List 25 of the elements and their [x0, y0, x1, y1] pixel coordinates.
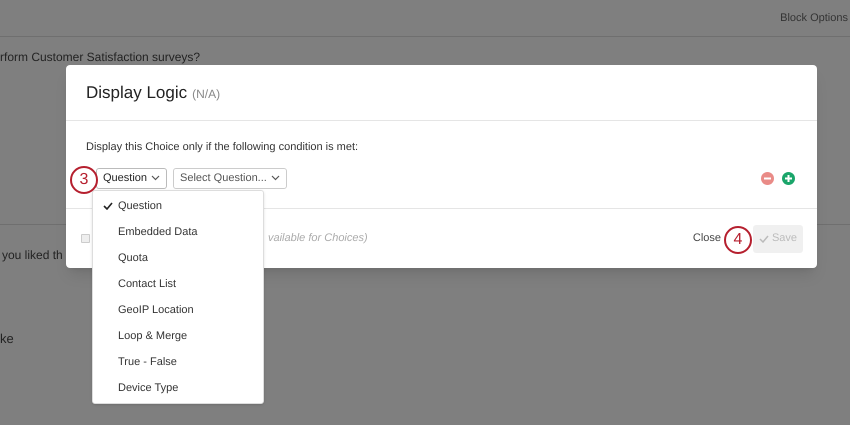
dialog-title: Display Logic	[86, 82, 188, 104]
question-text: ke	[0, 331, 14, 346]
checkmark-icon	[103, 202, 113, 210]
condition-instruction: Display this Choice only if the following condition is met:	[86, 140, 360, 155]
menu-item[interactable]: Quota	[93, 245, 263, 271]
footer-note: vailable for Choices)	[268, 231, 368, 246]
menu-item[interactable]: Contact List	[93, 271, 263, 297]
menu-item[interactable]: Question	[93, 193, 263, 219]
question-select[interactable]: Select Question...	[173, 168, 287, 188]
remove-condition-icon[interactable]	[761, 172, 774, 184]
add-condition-icon[interactable]	[782, 172, 795, 184]
menu-item[interactable]: GeoIP Location	[93, 297, 263, 323]
menu-item[interactable]: Loop & Merge	[93, 323, 263, 349]
menu-item[interactable]: Embedded Data	[93, 219, 263, 245]
chevron-icon	[270, 175, 280, 181]
question-text: rform Customer Satisfaction surveys?	[0, 50, 200, 64]
dialog-subtitle: (N/A)	[192, 86, 220, 103]
menu-item[interactable]: True - False	[93, 349, 263, 375]
chevron-icon	[151, 175, 160, 181]
checkbox[interactable]	[81, 234, 90, 243]
question-text: you liked th	[2, 248, 63, 262]
checkmark-icon	[758, 234, 769, 242]
menu-item[interactable]: Device Type	[93, 375, 263, 401]
condition-type-select[interactable]: Question	[96, 168, 168, 188]
close-button[interactable]: Close	[692, 230, 721, 247]
